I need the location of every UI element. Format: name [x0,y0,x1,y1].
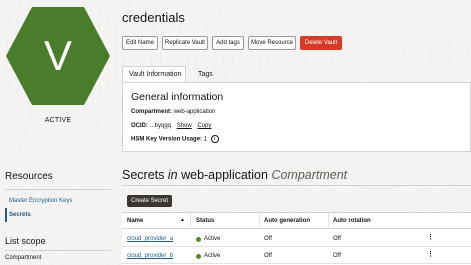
column-separator [190,213,191,229]
column-header-auto-generation[interactable]: Auto generation [264,218,310,224]
secret-name-link[interactable]: cloud_provider_a [127,236,173,242]
secret-auto-generation: Off [264,236,272,242]
vault-letter: V [43,32,72,79]
ocid-copy-link[interactable]: Copy [197,123,211,129]
status-dot-icon [196,236,201,242]
secrets-heading-main: Secrets [122,168,165,182]
ocid-show-link[interactable]: Show [177,123,192,129]
row-actions-kebab-icon[interactable]: ⋮ [427,251,434,258]
create-secret-button[interactable]: Create Secret [127,195,173,207]
secret-status: Active [196,236,220,242]
column-separator [259,213,260,229]
secrets-table: Name ▲ Status Auto generation Auto rotat… [122,212,471,265]
secret-status: Active [196,253,220,259]
secret-auto-rotation: Off [333,236,341,242]
compartment-row: Compartment: web-application [131,109,215,115]
column-separator [328,213,329,229]
table-row: cloud_provider_a Active Off Off ⋮ [122,230,471,247]
vault-state-label: ACTIVE [44,117,72,124]
column-header-name[interactable]: Name [127,218,143,224]
tab-vault-information-label: Vault Information [129,71,182,78]
hsm-usage-value: 1 [203,136,208,143]
list-scope-compartment-label: Compartment [5,255,42,261]
resources-heading: Resources [5,171,53,182]
add-tags-button[interactable]: Add tags [212,36,244,50]
ocid-label: OCID: [131,123,148,129]
list-scope-divider [5,250,111,251]
column-header-status[interactable]: Status [196,218,214,224]
table-header-row: Name ▲ Status Auto generation Auto rotat… [122,213,471,229]
resource-link-master-encryption-keys[interactable]: Master Encryption Keys [9,198,72,204]
vault-information-panel: General information Compartment: web-app… [122,82,471,152]
secret-auto-generation: Off [264,253,272,259]
status-dot-icon [196,253,201,259]
resource-link-secrets[interactable]: Secrets [9,212,31,218]
tab-tags[interactable]: Tags [192,66,219,82]
ocid-row: OCID: ...byqgq Show Copy [131,123,211,129]
compartment-value: web-application [173,109,216,115]
secret-status-label: Active [204,236,221,242]
secrets-heading-suffix: Compartment [271,168,348,182]
compartment-label: Compartment: [131,109,173,115]
page-title: credentials [122,10,185,25]
move-resource-button[interactable]: Move Resource [248,36,296,50]
tab-vault-information[interactable]: Vault Information [122,66,186,82]
secret-status-label: Active [204,253,221,259]
secrets-heading-compartment: web-application [181,168,268,182]
active-resource-indicator [5,208,7,222]
secrets-divider [122,185,471,186]
sort-ascending-icon[interactable]: ▲ [180,217,185,223]
tab-tags-label: Tags [198,70,213,78]
secrets-heading-in: in [167,168,178,182]
resources-divider [5,189,111,190]
ocid-value: ...byqgq [149,123,172,129]
secrets-heading: Secrets in web-application Compartment [122,168,347,182]
delete-vault-button[interactable]: Delete Vault [300,36,342,50]
secret-auto-rotation: Off [333,253,341,259]
vault-hexagon-icon: V [5,6,111,106]
edit-name-button[interactable]: Edit Name [122,36,158,50]
replicate-vault-button[interactable]: Replicate Vault [162,36,208,50]
hsm-usage-label: HSM Key Version Usage: [131,136,203,143]
table-row: cloud_provider_b Active Off Off ⋮ [122,247,471,264]
row-actions-kebab-icon[interactable]: ⋮ [427,234,434,241]
column-header-auto-rotation[interactable]: Auto rotation [333,218,371,224]
hsm-usage-row: HSM Key Version Usage: 1 i [131,135,219,143]
list-scope-heading: List scope [5,236,46,246]
secret-name-link[interactable]: cloud_provider_b [127,253,173,259]
info-icon[interactable]: i [210,135,219,143]
general-information-heading: General information [131,91,224,103]
